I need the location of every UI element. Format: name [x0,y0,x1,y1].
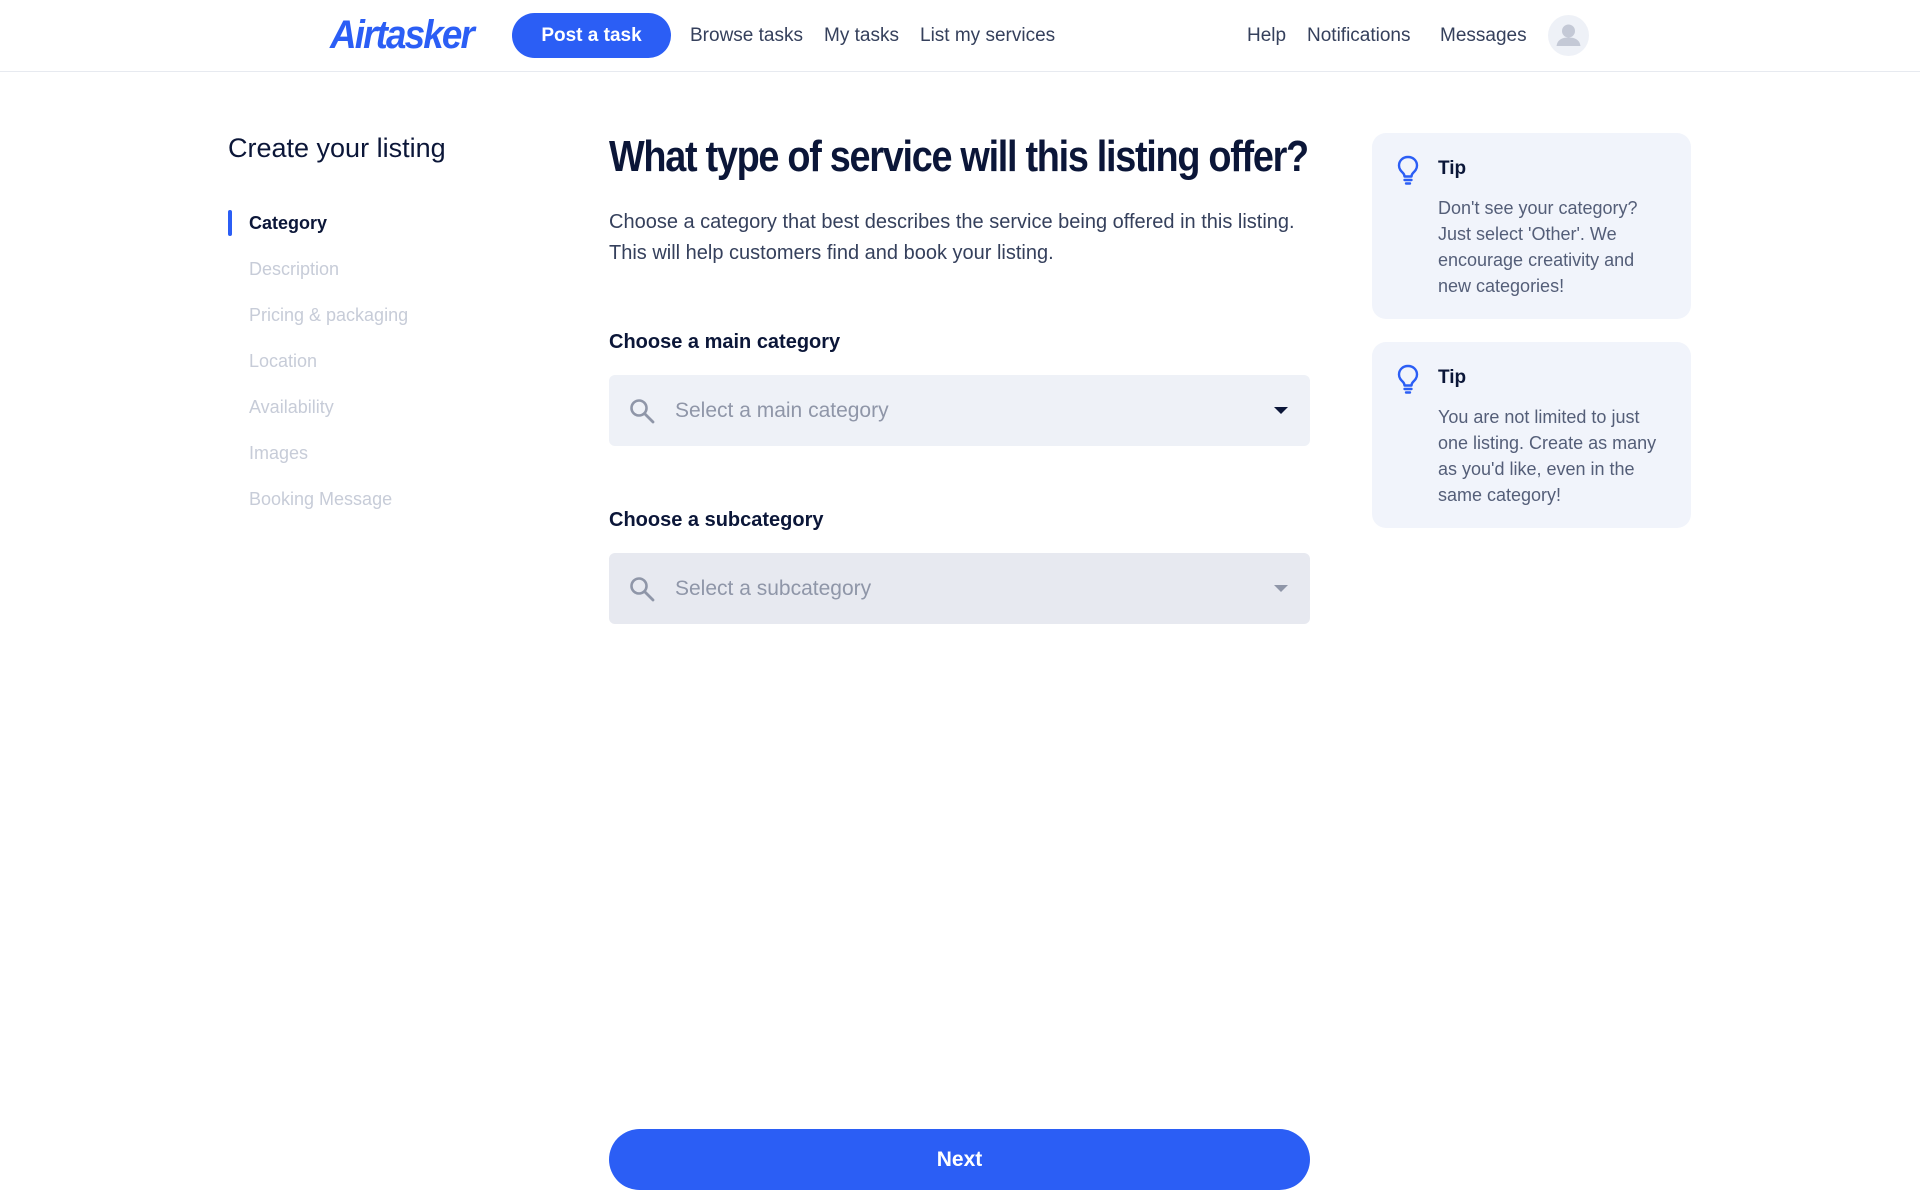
user-icon [1556,24,1581,46]
subcategory-placeholder: Select a subcategory [675,577,872,600]
step-pricing-packaging: Pricing & packaging [249,305,409,325]
nav-list-my-services[interactable]: List my services [920,22,1055,50]
page-description: Choose a category that best describes th… [609,211,1295,264]
nav-notifications[interactable]: Notifications [1307,22,1411,50]
step-category[interactable]: Category [228,204,528,250]
tip-title: Tip [1438,158,1467,179]
nav-my-tasks[interactable]: My tasks [824,22,899,50]
step-description: Description [249,259,340,279]
next-button[interactable]: Next [609,1129,1310,1190]
subcategory-select[interactable]: Select a subcategory [609,553,1310,624]
nav-messages[interactable]: Messages [1440,22,1527,50]
nav-help[interactable]: Help [1247,22,1286,50]
step-location: Location [249,351,318,371]
tip-body: You are not limited to just one listing.… [1438,407,1657,505]
user-avatar[interactable] [1548,15,1589,56]
listing-steps-nav: Category Description Pricing & packaging… [228,204,528,526]
nav-browse-tasks[interactable]: Browse tasks [690,22,803,50]
step-booking-message: Booking Message [249,489,393,509]
lightbulb-icon [1397,155,1419,185]
main-category-label: Choose a main category [609,331,841,353]
search-icon [630,577,655,602]
top-navigation-bar: Airtasker Post a task Browse tasks My ta… [0,0,1920,72]
lightbulb-icon [1397,364,1419,394]
tip-card-category: Tip Don't see your category? Just select… [1372,133,1691,319]
main-category-select[interactable]: Select a main category [609,375,1310,446]
search-icon [630,399,655,424]
tip-body: Don't see your category? Just select 'Ot… [1438,198,1638,296]
step-images: Images [249,443,309,463]
step-availability: Availability [249,397,334,417]
tip-title: Tip [1438,367,1467,388]
chevron-down-icon [1274,585,1288,592]
subcategory-label: Choose a subcategory [609,509,824,531]
sidebar-title: Create your listing [228,133,446,163]
airtasker-logo[interactable]: Airtasker [330,13,475,57]
post-a-task-button[interactable]: Post a task [512,13,671,58]
chevron-down-icon [1274,407,1288,414]
main-category-placeholder: Select a main category [675,399,889,422]
page-title: What type of service will this listing o… [609,132,1309,181]
tip-card-multiple-listings: Tip You are not limited to just one list… [1372,342,1691,528]
